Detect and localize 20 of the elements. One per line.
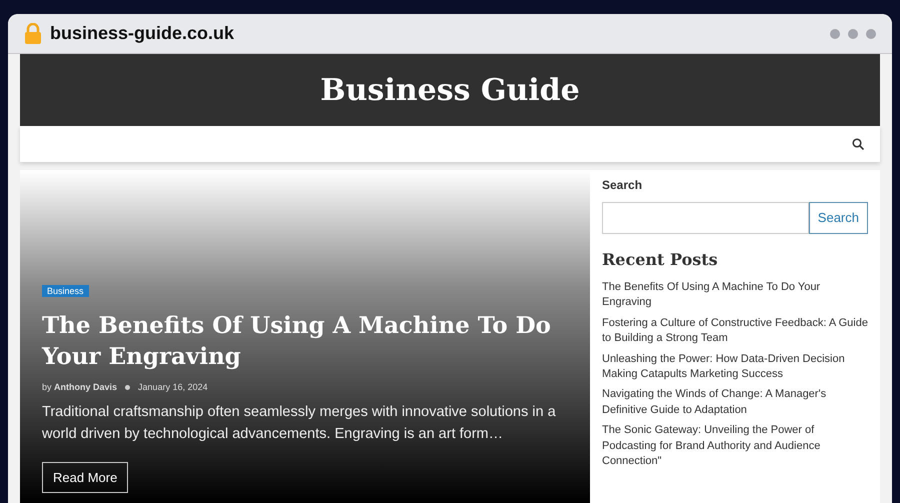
recent-post-link[interactable]: The Benefits Of Using A Machine To Do Your Engraving [602, 280, 868, 311]
recent-post-link[interactable]: Fostering a Culture of Constructive Feedback: A Guide to Building a Strong Team [602, 316, 868, 347]
recent-posts-heading: Recent Posts [602, 249, 719, 271]
padlock-icon [24, 22, 42, 44]
search-field[interactable] [602, 202, 809, 234]
post-date: January 16, 2024 [138, 380, 208, 394]
post-byline: by Anthony Davis [42, 380, 118, 394]
post-title[interactable]: The Benefits Of Using A Machine To Do Your Engraving [42, 310, 568, 372]
search-icon[interactable] [852, 138, 864, 150]
read-more-button[interactable]: Read More [42, 462, 128, 493]
post-excerpt: Traditional craftsmanship often seamlessly merges with innovative solutions in a world driven by technological advancements. Engraving is an art form… [42, 403, 557, 444]
bullet-icon [125, 384, 130, 390]
category-tag[interactable]: Business [42, 285, 89, 298]
site-title[interactable]: Business Guide [320, 68, 580, 112]
search-label: Search [602, 177, 644, 194]
recent-post-link[interactable]: Unleashing the Power: How Data-Driven Decision Making Catapults Marketing Success [602, 352, 868, 382]
recent-post-link[interactable]: Navigating the Winds of Change: A Manager's Definitive Guide to Adaptation [602, 387, 868, 418]
search-button[interactable]: Search [808, 202, 868, 234]
url-text: business-guide.co.uk [50, 22, 234, 45]
recent-post-link[interactable]: The Sonic Gateway: Unveiling the Power of Podcasting for Brand Authority and Audience Connection" [602, 423, 868, 470]
